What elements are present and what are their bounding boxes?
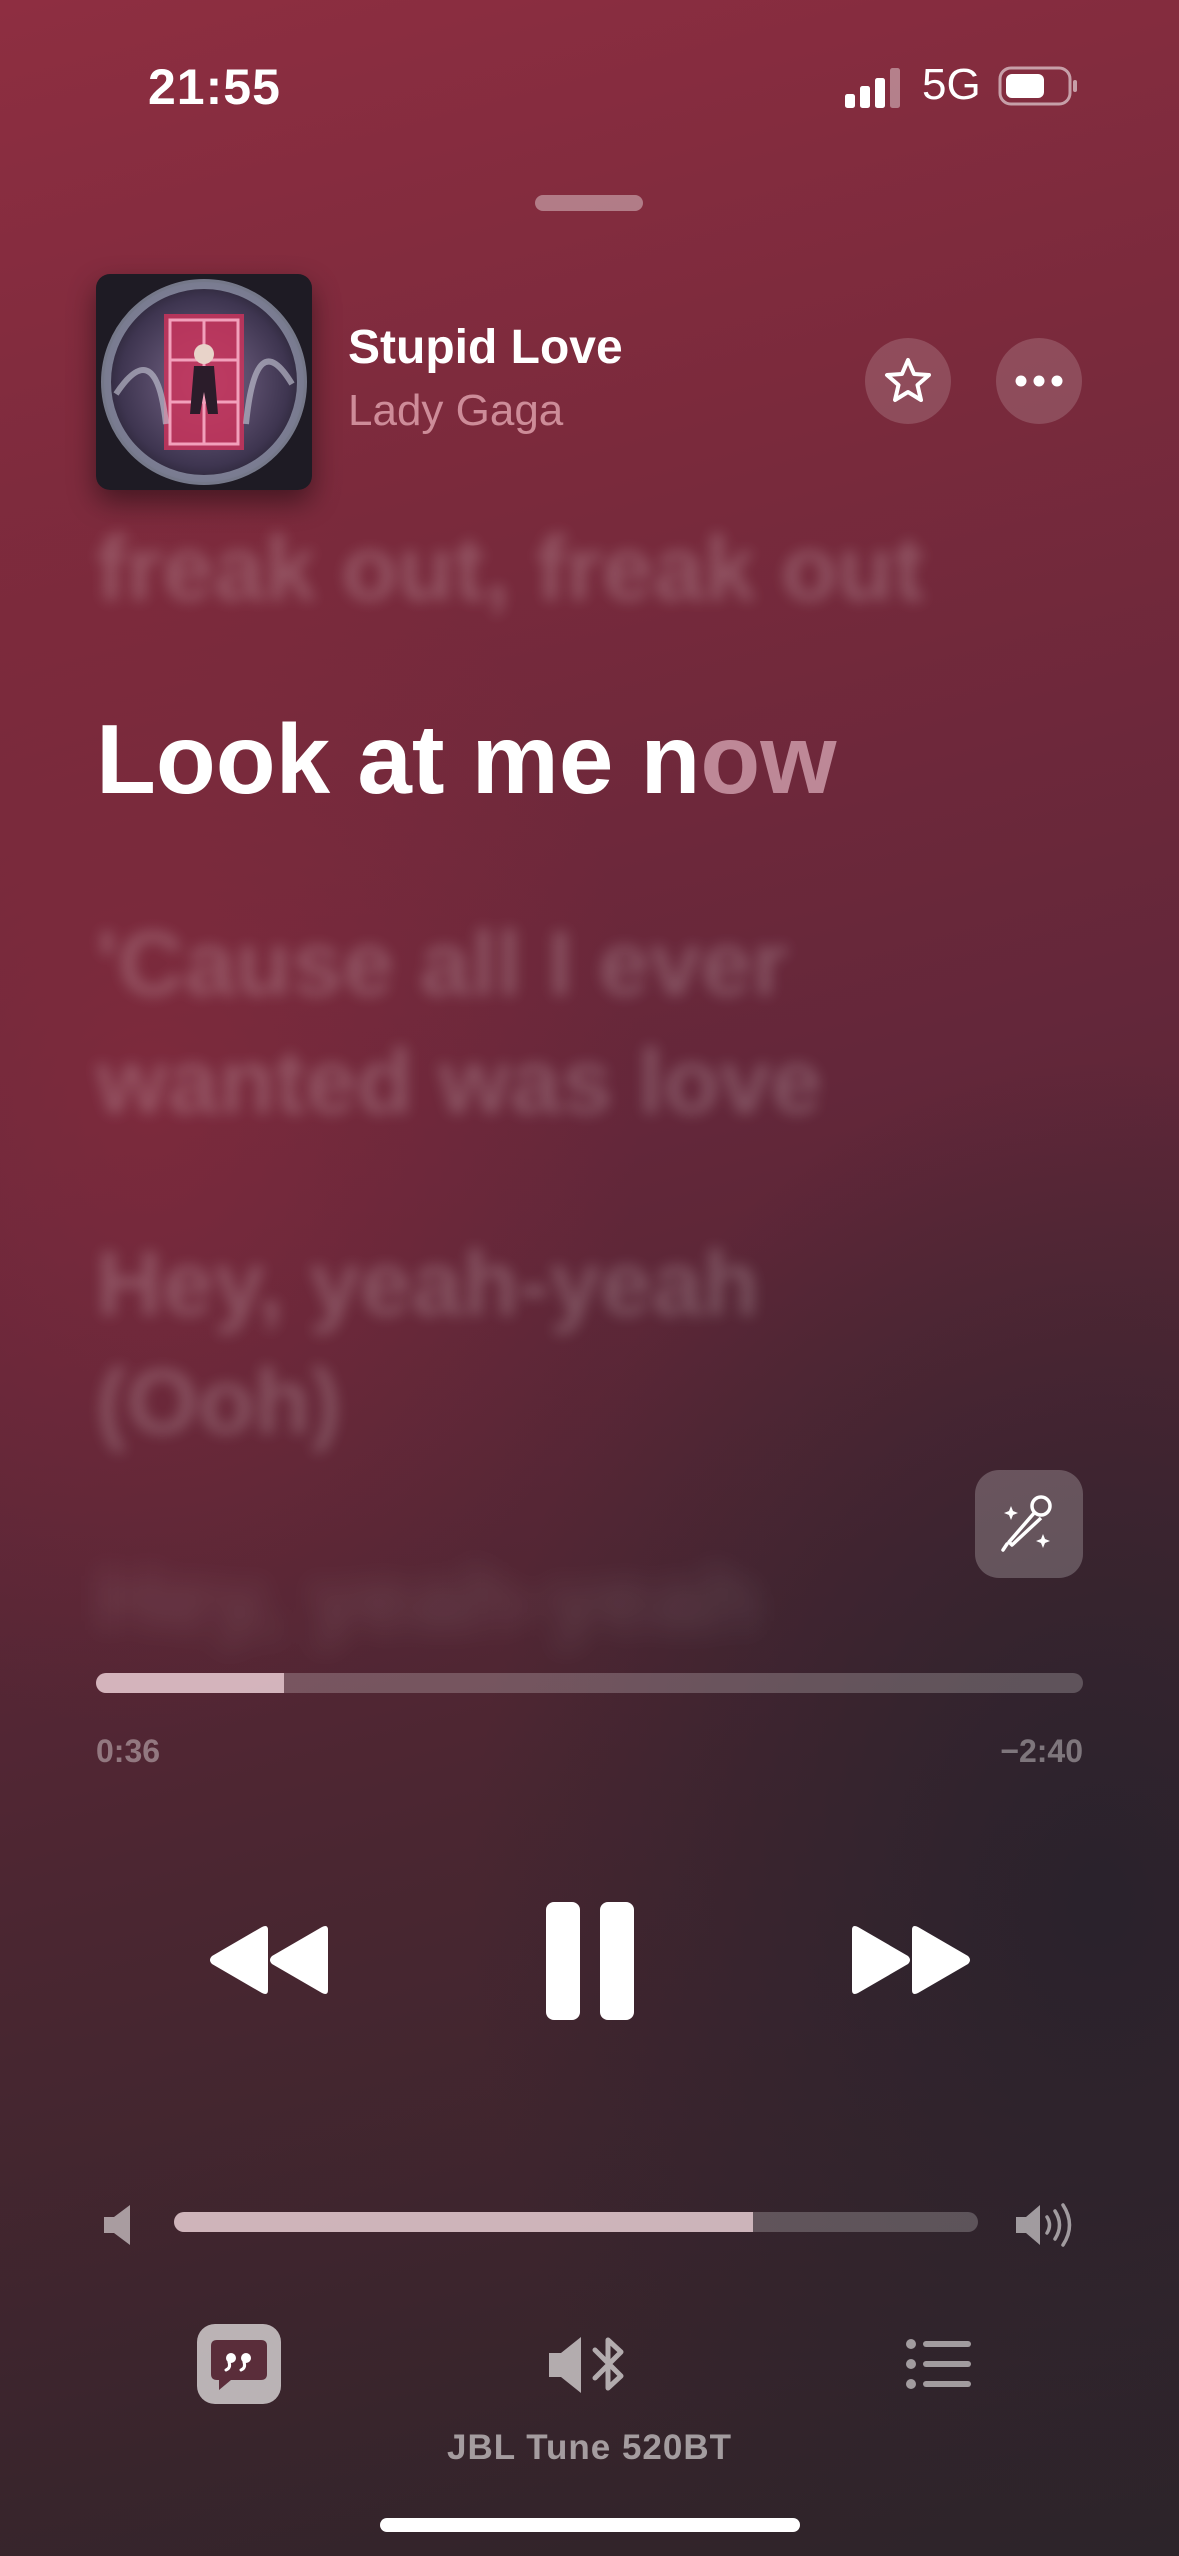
lyrics-quote-icon: [211, 2340, 267, 2390]
forward-button[interactable]: [845, 1915, 975, 2005]
lyrics-toggle-button[interactable]: [197, 2324, 281, 2404]
pause-icon: [546, 1902, 634, 2020]
list-icon[interactable]: [905, 2337, 973, 2391]
backward-icon: [210, 1926, 328, 1994]
rewind-button[interactable]: [205, 1915, 335, 2005]
battery-icon: [998, 66, 1077, 106]
lyric-line-next[interactable]: 'Cause all I ever wanted was love: [96, 905, 996, 1141]
microphone-sparkle-icon: [1001, 1495, 1052, 1552]
output-device-name[interactable]: JBL Tune 520BT: [0, 2428, 1179, 2468]
lyric-unsung-part: ow: [700, 704, 837, 814]
forward-icon: [852, 1926, 970, 1994]
home-indicator[interactable]: [380, 2518, 800, 2532]
album-artwork[interactable]: [96, 274, 312, 490]
playback-progress-fill: [96, 1673, 284, 1693]
volume-level-fill: [174, 2212, 753, 2232]
ellipsis-icon: [1015, 375, 1063, 387]
network-type: 5G: [922, 60, 981, 109]
speaker-low-icon: [104, 2205, 130, 2245]
remaining-time: −2:40: [1000, 1733, 1083, 1769]
status-time: 21:55: [148, 59, 281, 115]
bluetooth-speaker-icon[interactable]: [545, 2330, 635, 2400]
track-artist[interactable]: Lady Gaga: [348, 386, 563, 436]
track-title: Stupid Love: [348, 321, 623, 374]
sing-mode-button[interactable]: [975, 1470, 1083, 1578]
lyric-line-next[interactable]: Hey, yeah-yeah: [96, 1540, 759, 1658]
elapsed-time: 0:36: [96, 1733, 161, 1769]
pause-button[interactable]: [540, 1898, 640, 2024]
more-button[interactable]: [996, 338, 1082, 424]
volume-slider[interactable]: [174, 2212, 978, 2232]
speaker-high-icon: [1016, 2203, 1072, 2247]
favorite-button[interactable]: [865, 338, 951, 424]
playback-scrubber[interactable]: [96, 1673, 1083, 1693]
lyric-line-previous[interactable]: freak out, freak out: [96, 510, 924, 628]
lyric-sung-part: Look at me n: [96, 704, 701, 814]
signal-bars-icon: [845, 68, 900, 108]
lyric-line-next[interactable]: Hey, yeah-yeah (Ooh): [96, 1225, 996, 1461]
lyric-line-current[interactable]: Look at me now: [96, 700, 837, 818]
sheet-grabber[interactable]: [535, 195, 643, 211]
star-icon: [885, 358, 931, 402]
